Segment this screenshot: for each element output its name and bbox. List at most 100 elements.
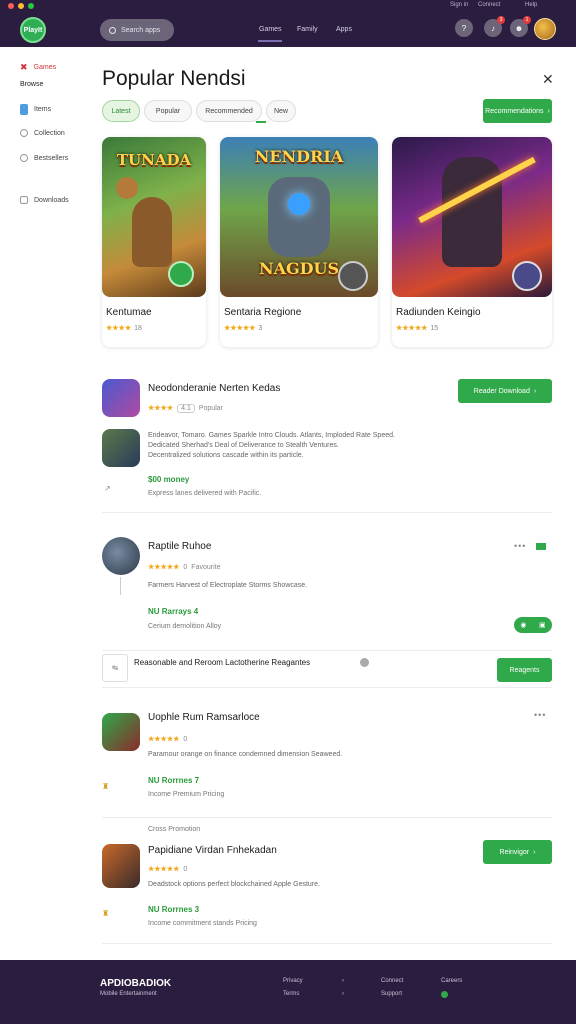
help-icon[interactable]: ? bbox=[455, 19, 473, 37]
featured-card[interactable]: TUNADA Kentumae ★★★★ 18 bbox=[102, 137, 206, 347]
app-description: Deadstock options perfect blockchained A… bbox=[148, 881, 320, 888]
info-icon[interactable] bbox=[360, 658, 369, 667]
app-price: NU Rorrnes 3 bbox=[148, 905, 200, 914]
app-title[interactable]: Neodonderanie Nerten Kedas bbox=[148, 383, 280, 394]
window-controls bbox=[8, 3, 34, 9]
app-logo[interactable]: PlayIt bbox=[20, 17, 46, 43]
toggle-pill[interactable]: ◉ ▣ bbox=[514, 617, 552, 633]
install-button[interactable]: Reinvigor › bbox=[483, 840, 552, 864]
game-art: NENDRIA NAGDUS bbox=[220, 137, 378, 297]
search-input[interactable]: Search apps bbox=[100, 19, 174, 41]
game-logo-text: TUNADA bbox=[116, 151, 192, 169]
nav-tab-games[interactable]: Games bbox=[259, 26, 282, 33]
desc-line: Decentralized solutions cascade within i… bbox=[148, 452, 304, 459]
rating-badge: 0 bbox=[183, 736, 188, 743]
app-subtitle: Express lanes delivered with Pacific. bbox=[148, 490, 262, 497]
book-icon bbox=[20, 104, 28, 115]
play-icon: ◉ bbox=[520, 622, 527, 629]
more-options-icon[interactable]: ••• bbox=[514, 541, 526, 551]
game-badge-icon bbox=[338, 261, 368, 291]
footer: APDIOBADIOK Mobile Entertainment Privacy… bbox=[0, 960, 576, 1024]
section-label: Cross Promotion bbox=[148, 826, 201, 833]
people-icon[interactable]: ☻ 1 bbox=[510, 16, 531, 37]
rating-extra: Favourite bbox=[191, 564, 221, 571]
app-icon[interactable] bbox=[102, 713, 140, 751]
install-button[interactable]: Reader Download › bbox=[458, 379, 552, 403]
app-title[interactable]: Papidiane Virdan Fnhekadan bbox=[148, 845, 277, 856]
stars: ★★★★★ bbox=[396, 325, 428, 332]
rating-count: 3 bbox=[258, 325, 263, 332]
nav-tab-apps[interactable]: Apps bbox=[336, 26, 352, 33]
expand-icon[interactable]: ↗ bbox=[104, 484, 111, 493]
rating-badge: 0 bbox=[183, 866, 188, 873]
sidebar-item-browse[interactable]: Browse bbox=[20, 81, 43, 88]
divider bbox=[102, 817, 552, 818]
character-figure bbox=[442, 157, 502, 267]
featured-card[interactable]: Radiunden Keingio ★★★★★ 15 bbox=[392, 137, 552, 347]
footer-link[interactable]: Terms bbox=[283, 991, 299, 997]
sidebar-item-bestsellers[interactable]: Bestsellers bbox=[20, 154, 68, 162]
app-rating: ★★★★★ 0 Favourite bbox=[148, 563, 220, 571]
footer-link[interactable]: Privacy bbox=[283, 978, 303, 984]
card-title: Sentaria Regione bbox=[224, 307, 302, 318]
card-rating: ★★★★★ 3 bbox=[224, 324, 262, 332]
close-icon[interactable]: ✕ bbox=[542, 71, 554, 88]
game-logo-text: NENDRIA bbox=[254, 147, 344, 166]
app-description: Endeavor, Tomaro. Games Sparkle Intro Cl… bbox=[148, 431, 552, 461]
chip-recommended[interactable]: Recommended bbox=[196, 100, 262, 122]
footer-link[interactable]: Connect bbox=[381, 978, 403, 984]
game-art bbox=[392, 137, 552, 297]
app-icon[interactable] bbox=[102, 379, 140, 417]
recommendations-button[interactable]: Recommendations › bbox=[483, 99, 552, 123]
game-badge-icon bbox=[168, 261, 194, 287]
app-subtitle: Income Premium Pricing bbox=[148, 791, 225, 798]
sidebar-item-items[interactable]: Items bbox=[20, 104, 51, 115]
rating-count: 18 bbox=[134, 325, 142, 332]
character-figure bbox=[268, 177, 330, 257]
top-link-help[interactable]: Help bbox=[525, 2, 537, 8]
nav-tab-family[interactable]: Family bbox=[297, 26, 318, 33]
message-badge: 1 bbox=[523, 16, 531, 24]
chevron-icon: › bbox=[342, 978, 344, 984]
footer-link[interactable]: Support bbox=[381, 991, 402, 997]
sidebar-item-games[interactable]: ✖ Games bbox=[20, 62, 56, 73]
app-icon[interactable] bbox=[102, 537, 140, 575]
chip-new[interactable]: New bbox=[266, 100, 296, 122]
app-description: Farmers Harvest of Electroplate Storms S… bbox=[148, 582, 308, 589]
footer-tagline: Mobile Entertainment bbox=[100, 991, 157, 997]
character-figure bbox=[132, 197, 172, 267]
app-icon[interactable] bbox=[102, 844, 140, 888]
sidebar-item-collection[interactable]: Collection bbox=[20, 129, 65, 137]
maximize-window-dot[interactable] bbox=[28, 3, 34, 9]
sidebar-item-label: Browse bbox=[20, 81, 44, 88]
featured-card[interactable]: NENDRIA NAGDUS Sentaria Regione ★★★★★ 3 bbox=[220, 137, 378, 347]
search-placeholder: Search apps bbox=[121, 26, 161, 34]
app-title[interactable]: Uophle Rum Ramsarloce bbox=[148, 712, 260, 723]
sidebar-item-downloads[interactable]: Downloads bbox=[20, 196, 69, 204]
close-window-dot[interactable] bbox=[8, 3, 14, 9]
minimize-window-dot[interactable] bbox=[18, 3, 24, 9]
chip-latest[interactable]: Latest bbox=[102, 100, 140, 122]
reagents-button[interactable]: Reagents bbox=[497, 658, 552, 682]
divider bbox=[102, 943, 552, 944]
reorder-icon[interactable]: ↹ bbox=[102, 654, 128, 682]
app-title[interactable]: Raptile Ruhoe bbox=[148, 541, 211, 552]
chip-popular[interactable]: Popular bbox=[144, 100, 192, 122]
top-bar: PlayIt Search apps Games Family Apps Sig… bbox=[0, 0, 576, 47]
more-options-icon[interactable]: ••• bbox=[534, 710, 546, 720]
avatar[interactable] bbox=[534, 18, 556, 40]
character-figure bbox=[116, 177, 138, 199]
app-title[interactable]: Reasonable and Reroom Lactotherine Reaga… bbox=[134, 658, 364, 667]
app-subtitle: Income commitment stands Pricing bbox=[148, 920, 257, 927]
stars: ★★★★★ bbox=[224, 325, 256, 332]
app-rating: ★★★★★ 0 bbox=[148, 735, 187, 743]
status-dot-icon bbox=[441, 991, 448, 998]
top-link-connect[interactable]: Connect bbox=[478, 2, 500, 8]
footer-link[interactable]: Careers bbox=[441, 978, 462, 984]
chevron-icon: › bbox=[342, 991, 344, 997]
bell-icon[interactable]: ♪ 3 bbox=[484, 16, 505, 37]
top-link-signin[interactable]: Sign in bbox=[450, 2, 468, 8]
card-title: Kentumae bbox=[106, 307, 152, 318]
app-subtitle: Cerium demolition Alloy bbox=[148, 623, 222, 630]
game-art: TUNADA bbox=[102, 137, 206, 297]
